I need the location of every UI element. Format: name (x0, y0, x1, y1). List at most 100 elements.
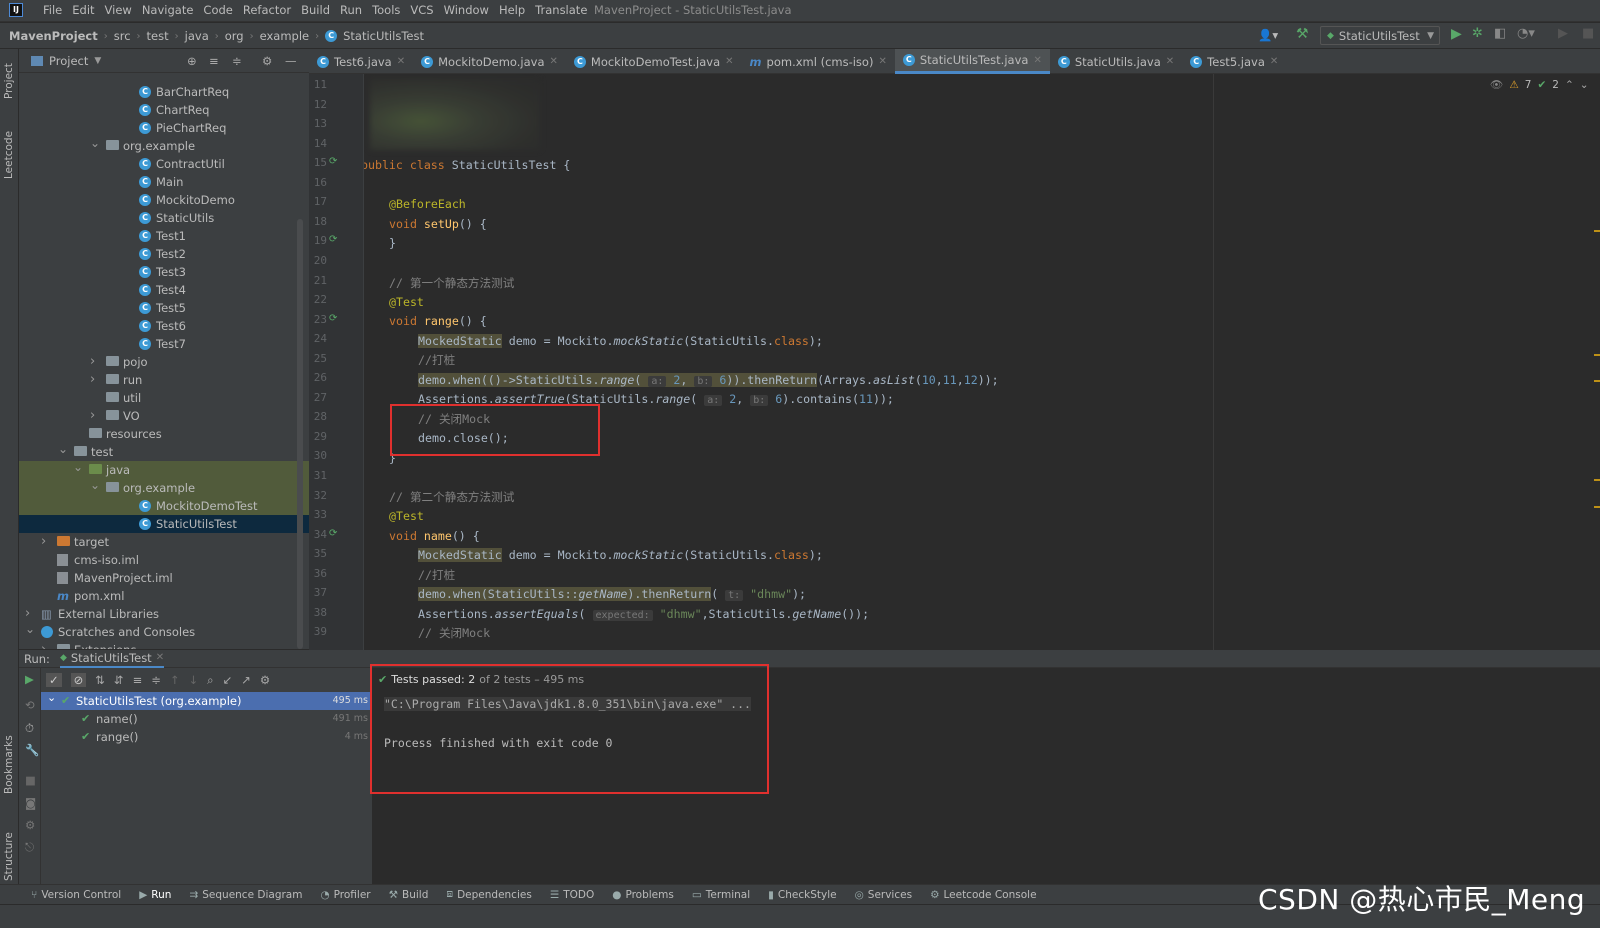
sort-duration-icon[interactable]: ⇵ (114, 673, 124, 687)
tree-item[interactable]: C Test7 (19, 335, 309, 353)
chevron-down-icon[interactable]: ⌄ (58, 440, 68, 458)
stop-icon[interactable]: ■ (25, 773, 36, 787)
tree-item[interactable]: ⌄ java (19, 460, 309, 479)
profile-icon[interactable]: ◔▾ (1517, 26, 1535, 41)
tree-item[interactable]: › VO (19, 407, 309, 425)
tree-item[interactable]: util (19, 389, 309, 407)
tree-item[interactable]: ⌄ org.example (19, 476, 309, 497)
run-gutter-icon[interactable]: ⟳ (329, 528, 337, 539)
expand-all-icon[interactable]: ≡ (133, 673, 143, 687)
exit-icon[interactable]: ⎋ (25, 840, 34, 855)
close-icon[interactable]: ✕ (1033, 55, 1041, 66)
chevron-down-icon[interactable]: ▼ (94, 56, 101, 66)
breadcrumb-item[interactable]: StaticUtilsTest (343, 29, 424, 43)
tree-item[interactable]: ⌄ org.example (19, 134, 309, 155)
chevron-right-icon[interactable]: › (41, 533, 46, 551)
breadcrumb-item[interactable]: MavenProject (9, 29, 98, 43)
tree-item[interactable]: C Test4 (19, 281, 309, 299)
leetcode-tool-button[interactable]: Leetcode (3, 131, 15, 179)
bookmarks-tool-button[interactable]: Bookmarks (3, 735, 15, 794)
chevron-right-icon[interactable]: › (41, 641, 46, 649)
chevron-right-icon[interactable]: › (90, 407, 95, 425)
menu-item-help[interactable]: Help (494, 0, 530, 22)
chevron-right-icon[interactable]: › (90, 371, 95, 389)
run-gutter-icon[interactable]: ⟳ (329, 313, 337, 324)
hide-icon[interactable]: — (285, 54, 297, 68)
coverage-icon[interactable]: ◧ (1494, 26, 1506, 41)
rerun-failed-icon[interactable]: ⟲ (25, 698, 35, 712)
tool-window-build[interactable]: ⚒ Build (380, 889, 438, 901)
tool-window-profiler[interactable]: ◔ Profiler (311, 889, 379, 901)
tool-window-dependencies[interactable]: ⧈ Dependencies (437, 888, 540, 901)
chevron-down-icon[interactable]: ⌄ (25, 620, 35, 638)
tree-item[interactable]: C Test2 (19, 245, 309, 263)
editor-tab[interactable]: C MockitoDemo.java ✕ (413, 49, 566, 74)
collapse-all-icon[interactable]: ≑ (232, 54, 242, 68)
run-icon[interactable]: ▶ (1451, 26, 1462, 42)
editor-tab[interactable]: C Test5.java ✕ (1182, 49, 1286, 74)
close-icon[interactable]: ✕ (1166, 56, 1174, 67)
wrench-icon[interactable]: 🔧 (25, 743, 39, 757)
editor-tab[interactable]: C MockitoDemoTest.java ✕ (566, 49, 742, 74)
history-icon[interactable]: ⌕ (207, 673, 213, 688)
menu-item-edit[interactable]: Edit (67, 0, 99, 22)
test-result-item[interactable]: ✔ range() 4 ms (41, 728, 372, 746)
tree-item[interactable]: C BarChartReq (19, 83, 309, 101)
test-result-item[interactable]: ⌄ ✔ StaticUtilsTest (org.example) 495 ms (41, 689, 372, 710)
editor-tab[interactable]: m pom.xml (cms-iso) ✕ (742, 49, 895, 74)
menu-item-window[interactable]: Window (439, 0, 494, 22)
menu-item-code[interactable]: Code (198, 0, 237, 22)
tree-item[interactable]: › pojo (19, 353, 309, 371)
chevron-up-icon[interactable]: ⌃ (1565, 79, 1574, 91)
run-gutter-icon[interactable]: ⟳ (329, 234, 337, 245)
locate-icon[interactable]: ⊕ (187, 54, 197, 68)
close-icon[interactable]: ✕ (397, 56, 405, 67)
tree-item[interactable]: C Test5 (19, 299, 309, 317)
tree-item[interactable]: C MockitoDemoTest (19, 497, 309, 515)
editor-tab[interactable]: C StaticUtils.java ✕ (1050, 49, 1182, 74)
tool-window-todo[interactable]: ☰ TODO (541, 889, 603, 901)
chevron-down-icon[interactable]: ⌄ (90, 476, 100, 494)
project-panel-title[interactable]: Project (49, 54, 88, 68)
menu-item-translate[interactable]: Translate (530, 0, 592, 22)
tool-window-terminal[interactable]: ▭ Terminal (683, 889, 759, 901)
editor-scrollbar[interactable] (1592, 74, 1600, 650)
tree-item[interactable]: C StaticUtils (19, 209, 309, 227)
run-gutter-icon[interactable]: ⟳ (329, 156, 337, 167)
breadcrumb-item[interactable]: src (114, 29, 131, 43)
breadcrumb-item[interactable]: example (260, 29, 310, 43)
chevron-down-icon[interactable]: ⌄ (47, 689, 56, 707)
project-tool-button[interactable]: Project (3, 63, 15, 99)
tool-window-checkstyle[interactable]: ▮ CheckStyle (759, 889, 845, 901)
chevron-right-icon[interactable]: › (90, 353, 95, 371)
prev-failed-icon[interactable]: ↑ (170, 673, 180, 687)
menu-item-view[interactable]: View (100, 0, 137, 22)
rerun-icon[interactable]: ▶ (25, 672, 34, 686)
chevron-down-icon[interactable]: ⌄ (1580, 79, 1589, 91)
tool-window-services[interactable]: ◎ Services (846, 889, 921, 901)
camera-icon[interactable]: ◙ (25, 796, 36, 810)
settings-icon[interactable]: ⚙ (25, 818, 35, 832)
tool-window-run[interactable]: ▶ Run (130, 889, 180, 901)
breadcrumb-item[interactable]: java (185, 29, 209, 43)
intellij-logo-icon[interactable]: IJ (9, 3, 23, 17)
structure-tool-button[interactable]: Structure (3, 832, 15, 881)
code-editor[interactable]: public class StaticUtilsTest { @BeforeEa… (364, 74, 1600, 650)
export-icon[interactable]: ↗ (241, 673, 251, 687)
tree-item[interactable]: C Main (19, 173, 309, 191)
close-icon[interactable]: ✕ (725, 56, 733, 67)
tree-item[interactable]: › run (19, 371, 309, 389)
menu-item-run[interactable]: Run (335, 0, 367, 22)
test-result-item[interactable]: ✔ name() 491 ms (41, 710, 372, 728)
menu-item-navigate[interactable]: Navigate (137, 0, 199, 22)
collapse-all-icon[interactable]: ≑ (151, 673, 161, 687)
chevron-down-icon[interactable]: ⌄ (90, 134, 100, 152)
tree-item[interactable]: C ChartReq (19, 101, 309, 119)
tree-item[interactable]: ⌄ test (19, 440, 309, 461)
run-config-selector[interactable]: ◆ StaticUtilsTest ▼ (1320, 26, 1440, 45)
tree-item[interactable]: cms-iso.iml (19, 551, 309, 569)
tool-window-sequence-diagram[interactable]: ⇉ Sequence Diagram (180, 889, 311, 901)
menu-item-tools[interactable]: Tools (367, 0, 405, 22)
run-tab[interactable]: ◆ StaticUtilsTest ✕ (59, 650, 165, 668)
tree-item[interactable]: C Test3 (19, 263, 309, 281)
